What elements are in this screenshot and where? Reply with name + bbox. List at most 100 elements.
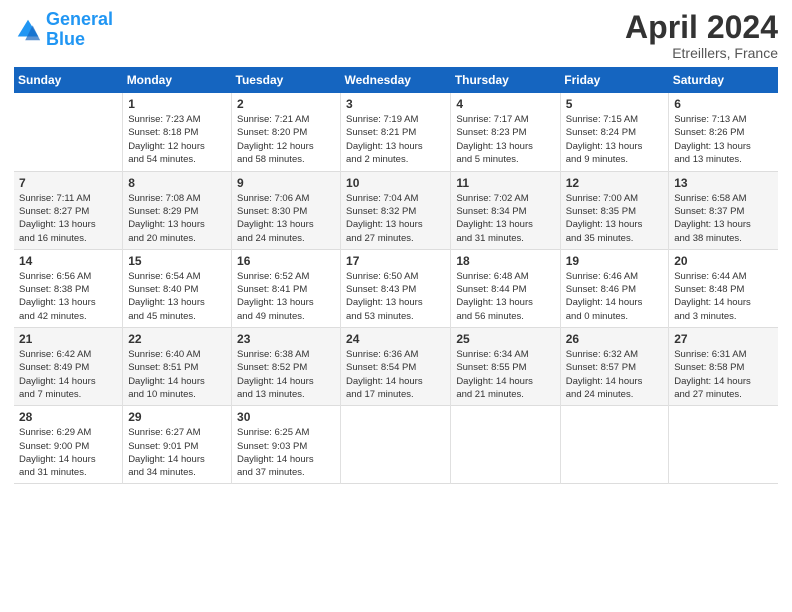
day-header-friday: Friday (560, 67, 668, 93)
calendar-week-3: 21Sunrise: 6:42 AM Sunset: 8:49 PM Dayli… (14, 328, 778, 406)
calendar-cell: 13 Sunrise: 6:58 AM Sunset: 8:37 PM Dayli… (669, 171, 778, 249)
day-content: Sunrise: 6:42 AM Sunset: 8:49 PM Dayligh… (19, 348, 117, 401)
day-content: Sunrise: 7:06 AM Sunset: 8:30 PM Dayligh… (237, 192, 335, 245)
day-content: Sunrise: 6:29 AM Sunset: 9:00 PM Dayligh… (19, 426, 117, 479)
day-content: Sunrise: 7:21 AM Sunset: 8:20 PM Dayligh… (237, 113, 335, 166)
calendar-cell: 8 Sunrise: 7:08 AM Sunset: 8:29 PM Daylig… (123, 171, 232, 249)
day-number: 13 (674, 176, 773, 190)
calendar-cell: 10 Sunrise: 7:04 AM Sunset: 8:32 PM Dayli… (341, 171, 451, 249)
calendar-week-0: 1 Sunrise: 7:23 AM Sunset: 8:18 PM Daylig… (14, 93, 778, 171)
day-content: Sunrise: 7:23 AM Sunset: 8:18 PM Dayligh… (128, 113, 226, 166)
logo-icon (14, 16, 42, 44)
day-content: Sunrise: 6:27 AM Sunset: 9:01 PM Dayligh… (128, 426, 226, 479)
day-header-wednesday: Wednesday (341, 67, 451, 93)
day-content: Sunrise: 6:25 AM Sunset: 9:03 PM Dayligh… (237, 426, 335, 479)
calendar-cell: 18 Sunrise: 6:48 AM Sunset: 8:44 PM Dayli… (451, 249, 560, 327)
day-content: Sunrise: 6:36 AM Sunset: 8:54 PM Dayligh… (346, 348, 445, 401)
calendar-cell: 12Sunrise: 7:00 AM Sunset: 8:35 PM Dayli… (560, 171, 668, 249)
day-content: Sunrise: 7:17 AM Sunset: 8:23 PM Dayligh… (456, 113, 554, 166)
day-number: 7 (19, 176, 117, 190)
day-header-monday: Monday (123, 67, 232, 93)
day-number: 28 (19, 410, 117, 424)
logo: General Blue (14, 10, 113, 50)
day-number: 29 (128, 410, 226, 424)
day-number: 19 (566, 254, 663, 268)
day-number: 17 (346, 254, 445, 268)
calendar-cell: 5 Sunrise: 7:15 AM Sunset: 8:24 PM Daylig… (560, 93, 668, 171)
day-header-thursday: Thursday (451, 67, 560, 93)
day-number: 25 (456, 332, 554, 346)
day-content: Sunrise: 7:08 AM Sunset: 8:29 PM Dayligh… (128, 192, 226, 245)
logo-text: General Blue (46, 10, 113, 50)
calendar-cell (560, 406, 668, 484)
day-content: Sunrise: 7:04 AM Sunset: 8:32 PM Dayligh… (346, 192, 445, 245)
day-content: Sunrise: 6:44 AM Sunset: 8:48 PM Dayligh… (674, 270, 773, 323)
calendar-cell: 14Sunrise: 6:56 AM Sunset: 8:38 PM Dayli… (14, 249, 123, 327)
day-number: 6 (674, 97, 773, 111)
calendar-cell (341, 406, 451, 484)
calendar-cell: 20Sunrise: 6:44 AM Sunset: 8:48 PM Dayli… (669, 249, 778, 327)
calendar-cell: 21Sunrise: 6:42 AM Sunset: 8:49 PM Dayli… (14, 328, 123, 406)
main-container: General Blue April 2024 Etreillers, Fran… (0, 0, 792, 494)
calendar-cell: 26 Sunrise: 6:32 AM Sunset: 8:57 PM Dayli… (560, 328, 668, 406)
day-number: 9 (237, 176, 335, 190)
calendar-cell: 17 Sunrise: 6:50 AM Sunset: 8:43 PM Dayli… (341, 249, 451, 327)
day-content: Sunrise: 6:58 AM Sunset: 8:37 PM Dayligh… (674, 192, 773, 245)
calendar-week-1: 7 Sunrise: 7:11 AM Sunset: 8:27 PM Daylig… (14, 171, 778, 249)
calendar-cell: 3 Sunrise: 7:19 AM Sunset: 8:21 PM Daylig… (341, 93, 451, 171)
calendar-cell: 7 Sunrise: 7:11 AM Sunset: 8:27 PM Daylig… (14, 171, 123, 249)
day-number: 10 (346, 176, 445, 190)
day-content: Sunrise: 6:54 AM Sunset: 8:40 PM Dayligh… (128, 270, 226, 323)
day-content: Sunrise: 6:32 AM Sunset: 8:57 PM Dayligh… (566, 348, 663, 401)
calendar-cell (669, 406, 778, 484)
day-content: Sunrise: 7:13 AM Sunset: 8:26 PM Dayligh… (674, 113, 773, 166)
logo-line2: Blue (46, 29, 85, 49)
day-content: Sunrise: 6:34 AM Sunset: 8:55 PM Dayligh… (456, 348, 554, 401)
calendar-cell: 24 Sunrise: 6:36 AM Sunset: 8:54 PM Dayli… (341, 328, 451, 406)
day-number: 26 (566, 332, 663, 346)
calendar-cell: 25 Sunrise: 6:34 AM Sunset: 8:55 PM Dayli… (451, 328, 560, 406)
calendar-table: SundayMondayTuesdayWednesdayThursdayFrid… (14, 67, 778, 484)
day-content: Sunrise: 7:19 AM Sunset: 8:21 PM Dayligh… (346, 113, 445, 166)
header-row: General Blue April 2024 Etreillers, Fran… (14, 10, 778, 61)
day-content: Sunrise: 6:46 AM Sunset: 8:46 PM Dayligh… (566, 270, 663, 323)
location-subtitle: Etreillers, France (625, 45, 778, 61)
day-content: Sunrise: 6:48 AM Sunset: 8:44 PM Dayligh… (456, 270, 554, 323)
logo-line1: General (46, 9, 113, 29)
day-number: 3 (346, 97, 445, 111)
day-content: Sunrise: 7:15 AM Sunset: 8:24 PM Dayligh… (566, 113, 663, 166)
day-number: 4 (456, 97, 554, 111)
day-content: Sunrise: 6:50 AM Sunset: 8:43 PM Dayligh… (346, 270, 445, 323)
day-number: 30 (237, 410, 335, 424)
calendar-header-row: SundayMondayTuesdayWednesdayThursdayFrid… (14, 67, 778, 93)
title-block: April 2024 Etreillers, France (625, 10, 778, 61)
day-content: Sunrise: 7:11 AM Sunset: 8:27 PM Dayligh… (19, 192, 117, 245)
day-number: 8 (128, 176, 226, 190)
day-number: 16 (237, 254, 335, 268)
day-number: 27 (674, 332, 773, 346)
day-number: 24 (346, 332, 445, 346)
day-number: 18 (456, 254, 554, 268)
day-header-tuesday: Tuesday (232, 67, 341, 93)
day-number: 5 (566, 97, 663, 111)
calendar-cell: 22Sunrise: 6:40 AM Sunset: 8:51 PM Dayli… (123, 328, 232, 406)
calendar-cell: 28 Sunrise: 6:29 AM Sunset: 9:00 PM Dayli… (14, 406, 123, 484)
day-number: 11 (456, 176, 554, 190)
day-number: 23 (237, 332, 335, 346)
day-content: Sunrise: 6:52 AM Sunset: 8:41 PM Dayligh… (237, 270, 335, 323)
calendar-cell: 29 Sunrise: 6:27 AM Sunset: 9:01 PM Dayli… (123, 406, 232, 484)
day-content: Sunrise: 6:31 AM Sunset: 8:58 PM Dayligh… (674, 348, 773, 401)
calendar-cell: 9 Sunrise: 7:06 AM Sunset: 8:30 PM Daylig… (232, 171, 341, 249)
calendar-cell: 15Sunrise: 6:54 AM Sunset: 8:40 PM Dayli… (123, 249, 232, 327)
calendar-week-2: 14Sunrise: 6:56 AM Sunset: 8:38 PM Dayli… (14, 249, 778, 327)
calendar-cell: 30 Sunrise: 6:25 AM Sunset: 9:03 PM Dayli… (232, 406, 341, 484)
day-content: Sunrise: 7:02 AM Sunset: 8:34 PM Dayligh… (456, 192, 554, 245)
calendar-cell: 27 Sunrise: 6:31 AM Sunset: 8:58 PM Dayli… (669, 328, 778, 406)
day-content: Sunrise: 6:56 AM Sunset: 8:38 PM Dayligh… (19, 270, 117, 323)
day-number: 12 (566, 176, 663, 190)
day-number: 1 (128, 97, 226, 111)
calendar-cell: 2Sunrise: 7:21 AM Sunset: 8:20 PM Daylig… (232, 93, 341, 171)
day-header-saturday: Saturday (669, 67, 778, 93)
day-content: Sunrise: 6:40 AM Sunset: 8:51 PM Dayligh… (128, 348, 226, 401)
calendar-cell (451, 406, 560, 484)
